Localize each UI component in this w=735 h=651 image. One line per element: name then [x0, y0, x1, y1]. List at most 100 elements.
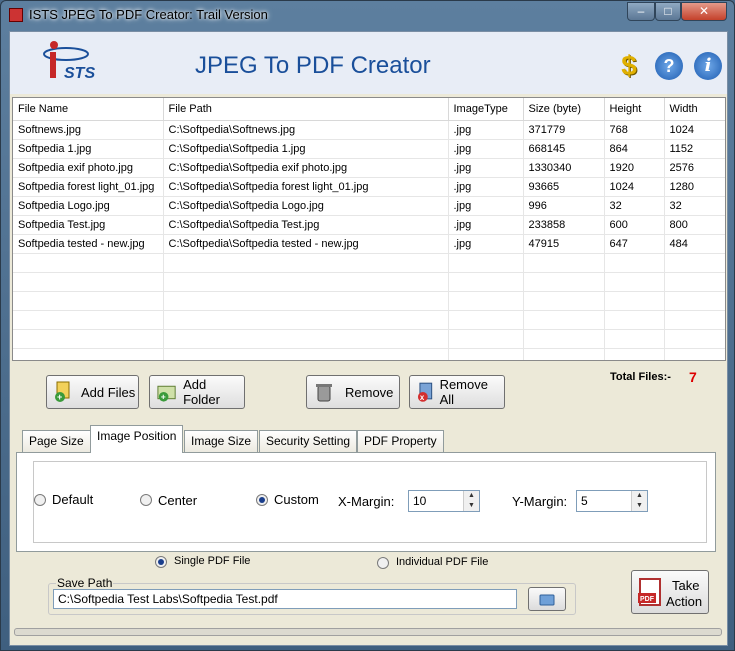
table-row[interactable]: Softpedia 1.jpg C:\Softpedia\Softpedia 1.… [13, 139, 725, 159]
table-cell [664, 310, 725, 330]
take-action-label-2: Action [666, 594, 703, 609]
save-path-input[interactable]: C:\Softpedia Test Labs\Softpedia Test.pd… [53, 589, 517, 609]
table-cell: C:\Softpedia\Softpedia forest light_01.j… [163, 177, 449, 197]
table-cell [13, 291, 164, 311]
add-files-icon: + [55, 381, 70, 402]
dollar-icon[interactable]: $ [615, 52, 643, 80]
table-cell: 1024 [604, 177, 665, 197]
table-cell: 647 [604, 234, 665, 254]
table-cell [604, 291, 665, 311]
empty-row [13, 253, 725, 273]
table-cell [523, 253, 605, 273]
maximize-button[interactable]: □ [655, 2, 681, 21]
y-margin-down-icon[interactable]: ▼ [631, 501, 647, 511]
add-folder-button[interactable]: + Add Folder [149, 375, 245, 409]
table-cell: 1024 [664, 120, 725, 140]
add-folder-icon: + [157, 385, 176, 402]
table-cell [523, 291, 605, 311]
table-row[interactable]: Softpedia tested - new.jpg C:\Softpedia\S… [13, 234, 725, 254]
y-margin-label: Y-Margin: [512, 494, 568, 509]
add-files-label: Add Files [81, 384, 136, 400]
table-cell [664, 253, 725, 273]
table-row[interactable]: Softnews.jpg C:\Softpedia\Softnews.jpg .jp… [13, 120, 725, 140]
tab-image-size[interactable]: Image Size [184, 430, 259, 452]
table-cell [163, 253, 449, 273]
table-cell: .jpg [448, 139, 524, 159]
x-margin-up-icon[interactable]: ▲ [463, 491, 479, 501]
minimize-button[interactable]: – [627, 2, 655, 21]
table-cell [604, 310, 665, 330]
tab-page-size[interactable]: Page Size [22, 430, 91, 452]
column-header[interactable]: File Name [13, 98, 164, 121]
table-cell [664, 329, 725, 349]
table-cell [13, 310, 164, 330]
table-cell [523, 310, 605, 330]
column-header[interactable]: Width [664, 98, 725, 121]
column-header[interactable]: File Path [163, 98, 449, 121]
table-row[interactable]: Softpedia exif photo.jpg C:\Softpedia\Sof… [13, 158, 725, 178]
table-cell [163, 272, 449, 292]
table-cell: C:\Softpedia\Softpedia tested - new.jpg [163, 234, 449, 254]
y-margin-stepper[interactable]: 5 ▲ ▼ [576, 490, 648, 512]
default-label: Default [52, 492, 94, 507]
image-position-panel: Default Center Custom X-Margin: 10 ▲ ▼ Y… [16, 452, 716, 552]
table-cell: .jpg [448, 234, 524, 254]
folder-icon [539, 594, 555, 606]
remove-all-button[interactable]: x Remove All [409, 375, 505, 409]
table-cell: Softnews.jpg [13, 120, 164, 140]
table-cell: 32 [604, 196, 665, 216]
table-cell [523, 329, 605, 349]
column-header[interactable]: Size (byte) [523, 98, 605, 121]
take-action-button[interactable]: PDF Take Action [631, 570, 709, 614]
custom-radio[interactable] [256, 494, 268, 506]
table-cell: 864 [604, 139, 665, 159]
tab-pdf-property[interactable]: PDF Property [357, 430, 444, 452]
add-files-button[interactable]: + Add Files [46, 375, 139, 409]
table-cell [448, 329, 524, 349]
svg-text:PDF: PDF [640, 596, 655, 603]
table-cell: 600 [604, 215, 665, 235]
tab-security-setting[interactable]: Security Setting [259, 430, 358, 452]
table-row[interactable]: Softpedia Logo.jpg C:\Softpedia\Softpedia… [13, 196, 725, 216]
column-header[interactable]: Height [604, 98, 665, 121]
y-margin-up-icon[interactable]: ▲ [631, 491, 647, 501]
table-cell: 93665 [523, 177, 605, 197]
empty-row [13, 272, 725, 292]
title-bar[interactable]: ISTS JPEG To PDF Creator: Trail Version … [1, 1, 734, 29]
remove-button[interactable]: Remove [306, 375, 400, 409]
tab-image-position[interactable]: Image Position [90, 425, 184, 453]
x-margin-stepper[interactable]: 10 ▲ ▼ [408, 490, 480, 512]
table-cell: Softpedia exif photo.jpg [13, 158, 164, 178]
table-cell: Softpedia forest light_01.jpg [13, 177, 164, 197]
table-cell [448, 310, 524, 330]
close-button[interactable]: ✕ [681, 2, 727, 21]
table-cell: 1920 [604, 158, 665, 178]
x-margin-down-icon[interactable]: ▼ [463, 501, 479, 511]
table-cell [448, 253, 524, 273]
info-icon[interactable]: i [694, 52, 722, 80]
table-cell [13, 329, 164, 349]
column-header[interactable]: ImageType [448, 98, 524, 121]
trash-icon [316, 384, 332, 402]
table-row[interactable]: Softpedia Test.jpg C:\Softpedia\Softpedia… [13, 215, 725, 235]
table-cell: .jpg [448, 215, 524, 235]
empty-row [13, 291, 725, 311]
table-cell [163, 291, 449, 311]
file-list-table[interactable]: File Name File Path ImageType Size (byte) He… [12, 97, 726, 361]
table-cell: C:\Softpedia\Softnews.jpg [163, 120, 449, 140]
single-pdf-radio[interactable] [155, 556, 167, 568]
help-icon[interactable]: ? [655, 52, 683, 80]
browse-button[interactable] [528, 587, 566, 611]
svg-text:+: + [161, 392, 166, 402]
individual-pdf-radio[interactable] [377, 557, 389, 569]
table-row[interactable]: Softpedia forest light_01.jpg C:\Softpedi… [13, 177, 725, 197]
table-cell: C:\Softpedia\Softpedia 1.jpg [163, 139, 449, 159]
svg-text:STS: STS [64, 65, 95, 82]
table-cell [664, 291, 725, 311]
settings-tabs: Page Size Image Position Image Size Secu… [16, 424, 723, 552]
custom-label: Custom [274, 492, 319, 507]
table-cell: C:\Softpedia\Softpedia exif photo.jpg [163, 158, 449, 178]
table-cell [604, 272, 665, 292]
center-radio[interactable] [140, 494, 152, 506]
default-radio[interactable] [34, 494, 46, 506]
